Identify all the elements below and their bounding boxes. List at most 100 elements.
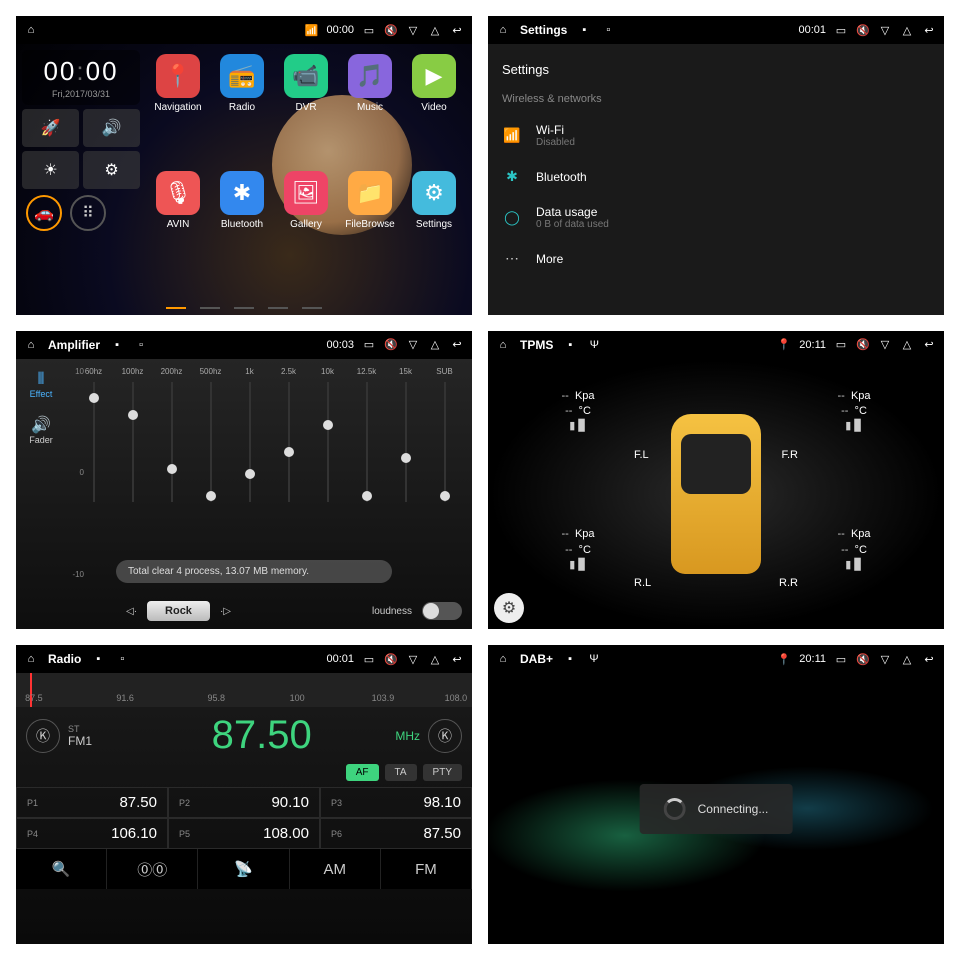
preset-p2[interactable]: P290.10 [168, 787, 320, 818]
screenshot-icon[interactable]: ▭ [362, 652, 376, 666]
radio-fm-button[interactable]: FM [381, 849, 472, 889]
radio-opt-ta[interactable]: TA [385, 764, 417, 781]
eq-slider-10k[interactable] [308, 382, 347, 502]
radio-opt-pty[interactable]: PTY [423, 764, 462, 781]
clock-text: 20:11 [799, 339, 826, 351]
app-music[interactable]: 🎵Music [342, 54, 398, 167]
home-icon[interactable]: ⌂ [24, 652, 38, 666]
vol-down-icon[interactable]: ▽ [878, 338, 892, 352]
vol-up-icon[interactable]: △ [900, 338, 914, 352]
vol-up-icon[interactable]: △ [900, 23, 914, 37]
amp-tab-fader[interactable]: 🔊Fader [29, 415, 53, 445]
vol-up-icon[interactable]: △ [428, 652, 442, 666]
radio-opt-af[interactable]: AF [346, 764, 379, 781]
preset-p3[interactable]: P398.10 [320, 787, 472, 818]
preset-p5[interactable]: P5108.00 [168, 818, 320, 849]
mute-icon[interactable]: 🔇 [384, 338, 398, 352]
preset-p6[interactable]: P687.50 [320, 818, 472, 849]
radio-stereo-button[interactable]: ⓪⓪ [107, 849, 198, 889]
rocket-button[interactable]: 🚀 [22, 109, 79, 147]
eq-slider-2.5k[interactable] [269, 382, 308, 502]
eq-slider-12.5k[interactable] [347, 382, 386, 502]
back-icon[interactable]: ↩ [450, 652, 464, 666]
eq-slider-15k[interactable] [386, 382, 425, 502]
eq-slider-100hz[interactable] [113, 382, 152, 502]
status-bar: ⌂ 📶 00:00 ▭ 🔇 ▽ △ ↩ [16, 16, 472, 44]
mute-icon[interactable]: 🔇 [856, 652, 870, 666]
radio-search-button[interactable]: 🔍 [16, 849, 107, 889]
brightness-button[interactable]: ☀ [22, 151, 79, 189]
settings-screen: ⌂ Settings ▪ ▫ 00:01 ▭ 🔇 ▽ △ ↩ Settings … [488, 16, 944, 315]
vol-down-icon[interactable]: ▽ [878, 652, 892, 666]
app-bluetooth[interactable]: ✱Bluetooth [214, 171, 270, 284]
status-bar: ⌂ TPMS ▪ Ψ 📍 20:11 ▭ 🔇 ▽ △ ↩ [488, 331, 944, 359]
preset-p1[interactable]: P187.50 [16, 787, 168, 818]
equalizer-button[interactable]: ⚙ [83, 151, 140, 189]
vol-down-icon[interactable]: ▽ [406, 338, 420, 352]
mute-icon[interactable]: 🔇 [384, 23, 398, 37]
vol-up-icon[interactable]: △ [428, 23, 442, 37]
mute-icon[interactable]: 🔇 [384, 652, 398, 666]
back-icon[interactable]: ↩ [450, 338, 464, 352]
amp-tab-effect[interactable]: ⫴Effect [30, 371, 53, 399]
screenshot-icon[interactable]: ▭ [834, 23, 848, 37]
loudness-toggle[interactable] [422, 602, 462, 620]
eq-slider-SUB[interactable] [425, 382, 464, 502]
eq-slider-60hz[interactable] [74, 382, 113, 502]
eq-slider-500hz[interactable] [191, 382, 230, 502]
app-avin[interactable]: 🎙AVIN [150, 171, 206, 284]
screenshot-icon[interactable]: ▭ [362, 338, 376, 352]
mute-icon[interactable]: 🔇 [856, 338, 870, 352]
back-icon[interactable]: ↩ [922, 23, 936, 37]
app-video[interactable]: ▶Video [406, 54, 462, 167]
screenshot-icon[interactable]: ▭ [834, 652, 848, 666]
vol-up-icon[interactable]: △ [428, 338, 442, 352]
settings-item-wi-fi[interactable]: 📶Wi-FiDisabled [488, 113, 944, 158]
frequency-dial[interactable]: 87.591.695.8100103.9108.0 [16, 673, 472, 707]
app-gallery[interactable]: 🖼Gallery [278, 171, 334, 284]
home-icon[interactable]: ⌂ [496, 338, 510, 352]
mute-icon[interactable]: 🔇 [856, 23, 870, 37]
vol-down-icon[interactable]: ▽ [878, 23, 892, 37]
apps-mode-button[interactable]: ⠿ [70, 195, 106, 231]
connecting-text: Connecting... [698, 802, 769, 816]
amplifier-screen: ⌂ Amplifier ▪ ▫ 00:03 ▭ 🔇 ▽ △ ↩ ⫴Effect🔊… [16, 331, 472, 630]
radio-am-button[interactable]: AM [290, 849, 381, 889]
app-dvr[interactable]: 📹DVR [278, 54, 334, 167]
screenshot-icon[interactable]: ▭ [362, 23, 376, 37]
screenshot-icon[interactable]: ▭ [834, 338, 848, 352]
seek-down-button[interactable]: Ⓚ [26, 719, 60, 753]
settings-gear-button[interactable]: ⚙ [494, 593, 524, 623]
settings-item-data-usage[interactable]: ◯Data usage0 B of data used [488, 195, 944, 240]
tag-fr: F.R [782, 449, 799, 461]
vol-down-icon[interactable]: ▽ [406, 652, 420, 666]
app-radio[interactable]: 📻Radio [214, 54, 270, 167]
back-icon[interactable]: ↩ [922, 652, 936, 666]
preset-p4[interactable]: P4106.10 [16, 818, 168, 849]
seek-up-button[interactable]: Ⓚ [428, 719, 462, 753]
settings-item-more[interactable]: ⋯More [488, 240, 944, 277]
app-settings[interactable]: ⚙Settings [406, 171, 462, 284]
home-icon[interactable]: ⌂ [24, 338, 38, 352]
home-icon[interactable]: ⌂ [24, 23, 38, 37]
car-mode-button[interactable]: 🚗 [26, 195, 62, 231]
back-icon[interactable]: ↩ [450, 23, 464, 37]
settings-item-bluetooth[interactable]: ✱Bluetooth [488, 158, 944, 195]
vol-up-icon[interactable]: △ [900, 652, 914, 666]
back-icon[interactable]: ↩ [922, 338, 936, 352]
clock-widget[interactable]: 00:00 Fri,2017/03/31 [22, 50, 140, 105]
eq-preset-button[interactable]: Rock [147, 601, 210, 621]
app-navigation[interactable]: 📍Navigation [150, 54, 206, 167]
car-image [671, 414, 761, 574]
eq-slider-1k[interactable] [230, 382, 269, 502]
prev-preset-icon[interactable]: ◁· [126, 606, 137, 617]
vol-down-icon[interactable]: ▽ [406, 23, 420, 37]
home-icon[interactable]: ⌂ [496, 23, 510, 37]
app-filebrowse[interactable]: 📁FileBrowse [342, 171, 398, 284]
home-icon[interactable]: ⌂ [496, 652, 510, 666]
next-preset-icon[interactable]: ·▷ [220, 606, 231, 617]
eq-slider-200hz[interactable] [152, 382, 191, 502]
volume-button[interactable]: 🔊 [83, 109, 140, 147]
radio-scan-button[interactable]: 📡 [198, 849, 289, 889]
image-icon: ▫ [115, 652, 129, 666]
